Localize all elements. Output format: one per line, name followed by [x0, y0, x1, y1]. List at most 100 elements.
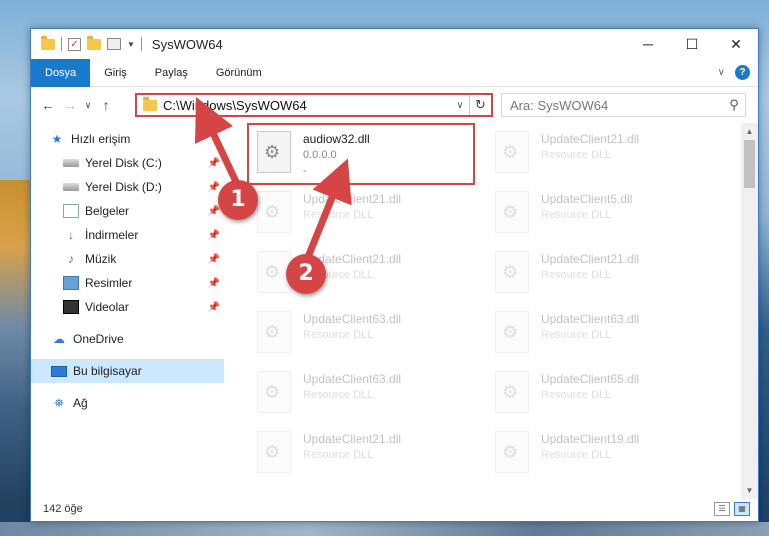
file-item[interactable]: ⚙ UpdateClient21.dll Resource DLL	[249, 245, 473, 303]
refresh-icon[interactable]: ↻	[469, 95, 491, 115]
chevron-down-icon[interactable]: ∨	[451, 100, 469, 111]
file-name: UpdateClient65.dll	[541, 372, 640, 386]
pin-icon: 📌	[207, 253, 220, 265]
pictures-icon	[63, 276, 79, 290]
file-item[interactable]: ⚙ UpdateClient19.dll Resource DLL	[487, 425, 711, 483]
file-name: UpdateClient63.dll	[541, 312, 640, 326]
pin-icon: 📌	[207, 181, 220, 193]
address-path[interactable]: C:\Windows\SysWOW64	[163, 98, 451, 113]
file-name: UpdateClient63.dll	[303, 312, 402, 326]
file-item[interactable]: ⚙ UpdateClient63.dll Resource DLL	[249, 305, 473, 363]
tab-home[interactable]: Giriş	[90, 59, 141, 87]
expand-ribbon-icon[interactable]: ∨	[718, 67, 725, 78]
file-description: Resource DLL	[541, 389, 612, 401]
sidebar-item-local-disk-c[interactable]: Yerel Disk (C:) 📌	[31, 151, 224, 175]
window-title: SysWOW64	[151, 36, 223, 52]
dll-file-icon: ⚙	[495, 131, 529, 173]
back-arrow-icon[interactable]: ←	[37, 97, 59, 113]
sidebar-item-label: Yerel Disk (D:)	[85, 180, 162, 194]
divider	[140, 37, 142, 51]
address-bar[interactable]: C:\Windows\SysWOW64 ∨ ↻	[135, 93, 493, 117]
file-item[interactable]: ⚙ UpdateClient21.dll Resource DLL	[487, 125, 711, 183]
sidebar-item-local-disk-d[interactable]: Yerel Disk (D:) 📌	[31, 175, 224, 199]
navigation-pane: ★ Hızlı erişim Yerel Disk (C:) 📌 Yerel D…	[31, 123, 224, 499]
sidebar-item-onedrive[interactable]: ☁ OneDrive	[31, 327, 224, 351]
sidebar-item-label: Ağ	[73, 396, 88, 410]
file-description: Resource DLL	[541, 269, 612, 281]
file-name: audiow32.dll	[303, 132, 370, 146]
step-2-marker: 2	[286, 254, 326, 294]
sidebar-item-label: Hızlı erişim	[71, 132, 131, 146]
document-icon	[63, 204, 79, 218]
tab-share[interactable]: Paylaş	[141, 59, 202, 87]
computer-icon	[51, 365, 67, 377]
tab-view[interactable]: Görünüm	[202, 59, 276, 87]
pin-icon: 📌	[207, 229, 220, 241]
dll-file-icon: ⚙	[495, 191, 529, 233]
vertical-scrollbar[interactable]: ▲ ▼	[741, 123, 758, 499]
sidebar-item-this-pc[interactable]: Bu bilgisayar	[31, 359, 224, 383]
star-icon: ★	[51, 132, 63, 146]
close-button[interactable]: ✕	[714, 29, 758, 59]
dll-file-icon: ⚙	[257, 191, 291, 233]
file-item[interactable]: ⚙ UpdateClient5.dll Resource DLL	[487, 185, 711, 243]
file-name: UpdateClient21.dll	[303, 192, 402, 206]
sidebar-item-label: Resimler	[85, 276, 133, 290]
file-name: UpdateClient21.dll	[541, 252, 640, 266]
file-item[interactable]: ⚙ UpdateClient65.dll Resource DLL	[487, 365, 711, 423]
sidebar-item-label: Videolar	[85, 300, 129, 314]
file-name: UpdateClient21.dll	[303, 432, 402, 446]
file-name: UpdateClient19.dll	[541, 432, 640, 446]
search-input[interactable]: Ara: SysWOW64 ⚲	[501, 93, 746, 117]
sidebar-item-network[interactable]: ⛯ Ağ	[31, 391, 224, 415]
file-version: 0.0.0.0	[303, 149, 337, 161]
file-item[interactable]: ⚙ UpdateClient63.dll Resource DLL	[487, 305, 711, 363]
sidebar-item-downloads[interactable]: ↓ İndirmeler 📌	[31, 223, 224, 247]
search-placeholder: Ara: SysWOW64	[510, 97, 609, 113]
properties-icon[interactable]: ✓	[68, 37, 81, 51]
new-folder-icon[interactable]	[87, 35, 101, 50]
file-item[interactable]: ⚙ UpdateClient21.dll Resource DLL	[487, 245, 711, 303]
sidebar-item-quick-access[interactable]: ★ Hızlı erişim	[31, 127, 224, 151]
gear-icon: ⚙	[264, 202, 281, 222]
tiles-view-icon[interactable]: ▦	[734, 502, 750, 516]
address-row: ← → ∨ ↑ C:\Windows\SysWOW64 ∨ ↻ Ara: Sys…	[31, 87, 758, 123]
drive-icon	[63, 183, 79, 191]
file-description: Resource DLL	[303, 389, 374, 401]
file-item-audiow32[interactable]: ⚙ audiow32.dll 0.0.0.0 -	[247, 123, 475, 185]
pin-icon: 📌	[207, 157, 220, 169]
sidebar-item-label: Bu bilgisayar	[73, 364, 142, 378]
gear-icon: ⚙	[502, 322, 519, 342]
forward-arrow-icon[interactable]: →	[59, 97, 81, 113]
file-list: ⚙ audiow32.dll 0.0.0.0 - ⚙ UpdateClient2…	[243, 123, 741, 499]
search-icon[interactable]: ⚲	[723, 97, 745, 113]
scroll-up-icon[interactable]: ▲	[741, 123, 758, 140]
chevron-down-icon[interactable]: ▼	[127, 40, 135, 49]
title-bar[interactable]: ✓ ▼ SysWOW64 ─ ☐ ✕	[31, 29, 758, 59]
dll-file-icon: ⚙	[257, 431, 291, 473]
dll-file-icon: ⚙	[257, 131, 291, 173]
file-item[interactable]: ⚙ UpdateClient63.dll Resource DLL	[249, 365, 473, 423]
gear-icon: ⚙	[502, 202, 519, 222]
sidebar-item-videos[interactable]: Videolar 📌	[31, 295, 224, 319]
file-item[interactable]: ⚙ UpdateClient21.dll Resource DLL	[249, 425, 473, 483]
sidebar-item-documents[interactable]: Belgeler 📌	[31, 199, 224, 223]
pin-icon: 📌	[207, 205, 220, 217]
help-icon[interactable]: ?	[735, 65, 750, 80]
maximize-button[interactable]: ☐	[670, 29, 714, 59]
quick-access-toolbar-icon[interactable]	[107, 38, 121, 50]
tab-file[interactable]: Dosya	[31, 58, 91, 87]
scroll-thumb[interactable]	[744, 140, 755, 188]
sidebar-item-label: OneDrive	[73, 332, 124, 346]
minimize-button[interactable]: ─	[626, 29, 670, 59]
recent-locations-icon[interactable]: ∨	[81, 100, 95, 111]
file-item[interactable]: ⚙ UpdateClient21.dll Resource DLL	[249, 185, 473, 243]
gear-icon: ⚙	[264, 142, 281, 162]
details-view-icon[interactable]: ☰	[714, 502, 730, 516]
file-description: Resource DLL	[303, 209, 374, 221]
up-arrow-icon[interactable]: ↑	[95, 97, 117, 113]
sidebar-item-music[interactable]: ♪ Müzik 📌	[31, 247, 224, 271]
gear-icon: ⚙	[502, 442, 519, 462]
dll-file-icon: ⚙	[257, 311, 291, 353]
sidebar-item-pictures[interactable]: Resimler 📌	[31, 271, 224, 295]
